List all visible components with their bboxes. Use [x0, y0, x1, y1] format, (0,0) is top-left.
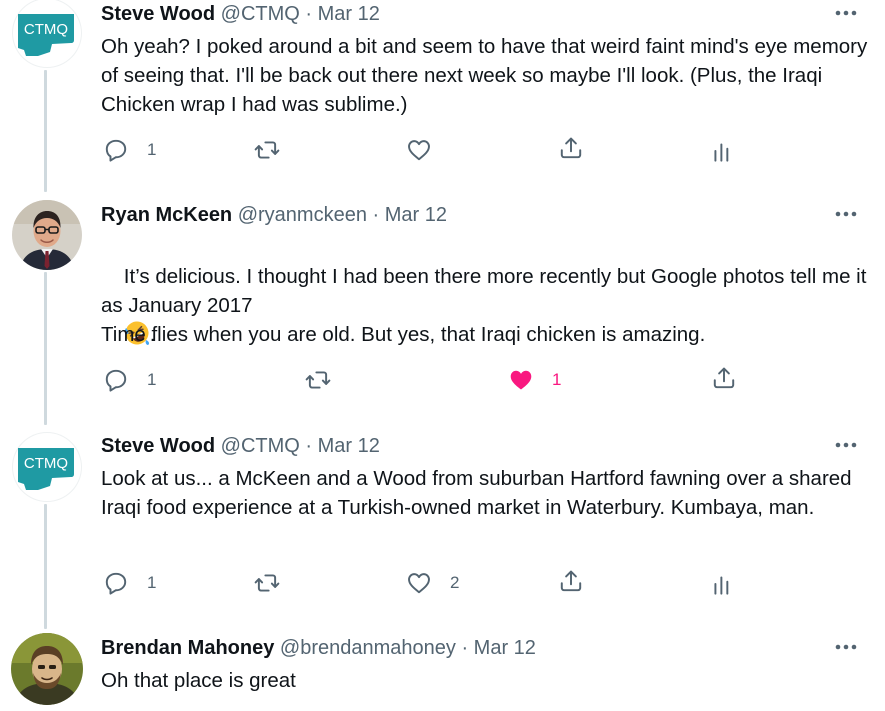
- ctmq-logo: CTMQ: [18, 448, 74, 490]
- handle-date[interactable]: @CTMQ · Mar 12: [221, 3, 380, 25]
- retweet-icon: [253, 137, 281, 163]
- tweet-text: Oh that place is great: [101, 669, 296, 692]
- share-icon: [711, 365, 737, 391]
- profile-photo: [12, 200, 82, 270]
- avatar[interactable]: [11, 633, 83, 705]
- share-icon: [558, 135, 584, 161]
- tweet-header: Steve Wood @CTMQ · Mar 12: [101, 433, 380, 459]
- heart-filled-icon: [508, 367, 534, 393]
- avatar[interactable]: [12, 200, 82, 270]
- like-button[interactable]: [406, 135, 432, 165]
- like-count: 2: [450, 573, 460, 592]
- display-name[interactable]: Steve Wood: [101, 435, 215, 457]
- tweet-text: It’s delicious. I thought I had been the…: [101, 233, 871, 378]
- share-button[interactable]: [711, 363, 737, 393]
- tweet[interactable]: CTMQ Steve Wood @CTMQ · Mar 12 Oh yeah? …: [0, 0, 885, 192]
- tweet-header: Brendan Mahoney @brendanmahoney · Mar 12: [101, 635, 536, 661]
- tweet-header: Steve Wood @CTMQ · Mar 12: [101, 1, 380, 27]
- tweet-text-second-paragraph: Time flies when you are old. But yes, th…: [101, 323, 706, 346]
- display-name[interactable]: Brendan Mahoney: [101, 637, 274, 659]
- tweet[interactable]: CTMQ Steve Wood @CTMQ · Mar 12 Look at u…: [0, 432, 885, 629]
- reply-button[interactable]: 1: [103, 365, 156, 395]
- more-options-icon[interactable]: [832, 637, 860, 657]
- retweet-button[interactable]: [304, 365, 332, 395]
- retweet-icon: [304, 367, 332, 393]
- tweet-text: Look at us... a McKeen and a Wood from s…: [101, 467, 858, 519]
- more-options-icon[interactable]: [832, 204, 860, 224]
- like-count: 1: [552, 370, 562, 389]
- profile-photo: [11, 633, 83, 705]
- logo-text: CTMQ: [24, 455, 68, 472]
- handle-date[interactable]: @brendanmahoney · Mar 12: [280, 637, 536, 659]
- share-button[interactable]: [558, 566, 584, 596]
- like-button[interactable]: 2: [406, 568, 459, 598]
- reply-count: 1: [147, 370, 157, 389]
- avatar[interactable]: CTMQ: [12, 432, 82, 502]
- retweet-icon: [253, 570, 281, 596]
- more-options-icon[interactable]: [832, 435, 860, 455]
- tweet-header: Ryan McKeen @ryanmckeen · Mar 12: [101, 202, 447, 228]
- thread-line: [44, 504, 47, 629]
- retweet-button[interactable]: [253, 568, 281, 598]
- tweet-text-line: It’s delicious. I thought I had been the…: [101, 265, 873, 317]
- retweet-button[interactable]: [253, 135, 281, 165]
- reply-count: 1: [147, 140, 157, 159]
- reply-icon: [103, 367, 129, 393]
- analytics-button[interactable]: [710, 137, 736, 167]
- tweet[interactable]: Brendan Mahoney @brendanmahoney · Mar 12…: [0, 633, 885, 711]
- tweet-text: Oh yeah? I poked around a bit and seem t…: [101, 35, 873, 116]
- handle-date[interactable]: @CTMQ · Mar 12: [221, 435, 380, 457]
- analytics-button[interactable]: [710, 570, 736, 600]
- like-button[interactable]: 1: [508, 365, 561, 395]
- reply-icon: [103, 137, 129, 163]
- handle-date[interactable]: @ryanmckeen · Mar 12: [238, 204, 447, 226]
- analytics-icon: [710, 572, 736, 598]
- share-icon: [558, 568, 584, 594]
- analytics-icon: [710, 139, 736, 165]
- thread-line: [44, 70, 47, 192]
- reply-button[interactable]: 1: [103, 135, 156, 165]
- reply-icon: [103, 570, 129, 596]
- heart-icon: [406, 137, 432, 163]
- tweet[interactable]: Ryan McKeen @ryanmckeen · Mar 12 It’s de…: [0, 200, 885, 425]
- logo-text: CTMQ: [24, 21, 68, 38]
- reply-count: 1: [147, 573, 157, 592]
- more-options-icon[interactable]: [832, 3, 860, 23]
- heart-icon: [406, 570, 432, 596]
- thread-line: [44, 272, 47, 425]
- share-button[interactable]: [558, 133, 584, 163]
- display-name[interactable]: Steve Wood: [101, 3, 215, 25]
- ctmq-logo: CTMQ: [18, 14, 74, 56]
- avatar[interactable]: CTMQ: [12, 0, 82, 68]
- display-name[interactable]: Ryan McKeen: [101, 204, 232, 226]
- reply-button[interactable]: 1: [103, 568, 156, 598]
